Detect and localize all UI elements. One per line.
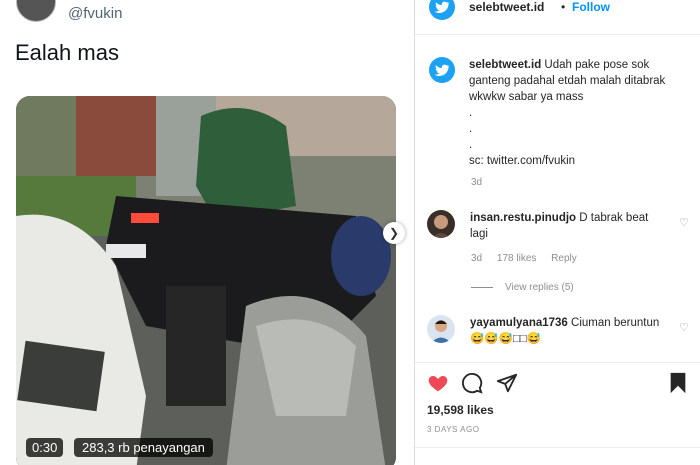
post-sidebar: selebtweet.id • Follow selebtweet.id Uda… xyxy=(415,0,700,465)
post-header: selebtweet.id • Follow xyxy=(415,0,700,22)
caption-source: sc: twitter.com/fvukin xyxy=(469,155,576,167)
tweet-author-avatar xyxy=(16,0,56,22)
actions-divider xyxy=(415,362,700,363)
footer-divider xyxy=(415,447,700,448)
header-divider xyxy=(415,34,700,35)
caption-username[interactable]: selebtweet.id xyxy=(469,59,541,71)
comment-icon[interactable] xyxy=(461,372,483,399)
comment-age: 3d xyxy=(471,253,483,264)
comment-username[interactable]: yayamulyana1736 xyxy=(470,317,568,329)
post-date: 3 DAYS AGO xyxy=(427,425,480,434)
chevron-right-icon[interactable]: ❯ xyxy=(383,222,405,244)
view-replies-button[interactable]: View replies (5) xyxy=(471,282,574,293)
video-frame-illustration xyxy=(16,96,396,465)
caption-text: selebtweet.id Udah pake pose sok ganteng… xyxy=(469,57,669,169)
profile-avatar[interactable] xyxy=(429,0,455,20)
bookmark-icon[interactable] xyxy=(668,372,688,399)
follow-button[interactable]: Follow xyxy=(572,0,610,14)
replies-line xyxy=(471,286,493,288)
comment-text: yayamulyana1736 Ciuman beruntun😅😅😅□□😅 xyxy=(470,315,660,347)
paper-plane-icon[interactable] xyxy=(496,372,518,399)
twitter-bird-icon xyxy=(434,64,450,76)
caption-line: . xyxy=(469,123,473,135)
twitter-bird-icon xyxy=(434,1,450,13)
video-time-badge: 0:30 xyxy=(26,438,64,457)
avatar-photo xyxy=(427,315,455,343)
caption-avatar[interactable] xyxy=(429,57,455,83)
post-username[interactable]: selebtweet.id xyxy=(469,0,544,14)
video-views-badge: 283,3 rb penayangan xyxy=(74,438,213,457)
caption-line: . xyxy=(469,107,473,119)
comment-likes[interactable]: 178 likes xyxy=(497,253,536,264)
commenter-avatar[interactable] xyxy=(427,210,455,238)
caption-age: 3d xyxy=(471,177,483,188)
commenter-avatar[interactable] xyxy=(427,315,455,343)
tweet-video[interactable]: 0:30 283,3 rb penayangan xyxy=(16,96,396,465)
caption-line: . xyxy=(469,139,473,151)
post-actions xyxy=(415,372,700,398)
tweet-card: @fvukin Ealah mas 0:30 283,3 rb penayang… xyxy=(0,0,414,465)
reply-button[interactable]: Reply xyxy=(551,253,577,264)
heart-icon[interactable] xyxy=(427,372,449,399)
comment-meta: 3d 178 likes Reply xyxy=(471,253,589,264)
view-replies-label: View replies (5) xyxy=(505,282,574,293)
likes-count[interactable]: 19,598 likes xyxy=(427,403,494,417)
avatar-photo xyxy=(427,210,455,238)
tweet-handle: @fvukin xyxy=(68,5,123,22)
comment-text: insan.restu.pinudjo D tabrak beat lagi xyxy=(470,210,660,242)
tweet-text: Ealah mas xyxy=(15,40,119,65)
comment-username[interactable]: insan.restu.pinudjo xyxy=(470,212,576,224)
comment-like-icon[interactable]: ♡ xyxy=(679,321,689,334)
comment-like-icon[interactable]: ♡ xyxy=(679,216,689,229)
header-separator: • xyxy=(561,0,566,14)
